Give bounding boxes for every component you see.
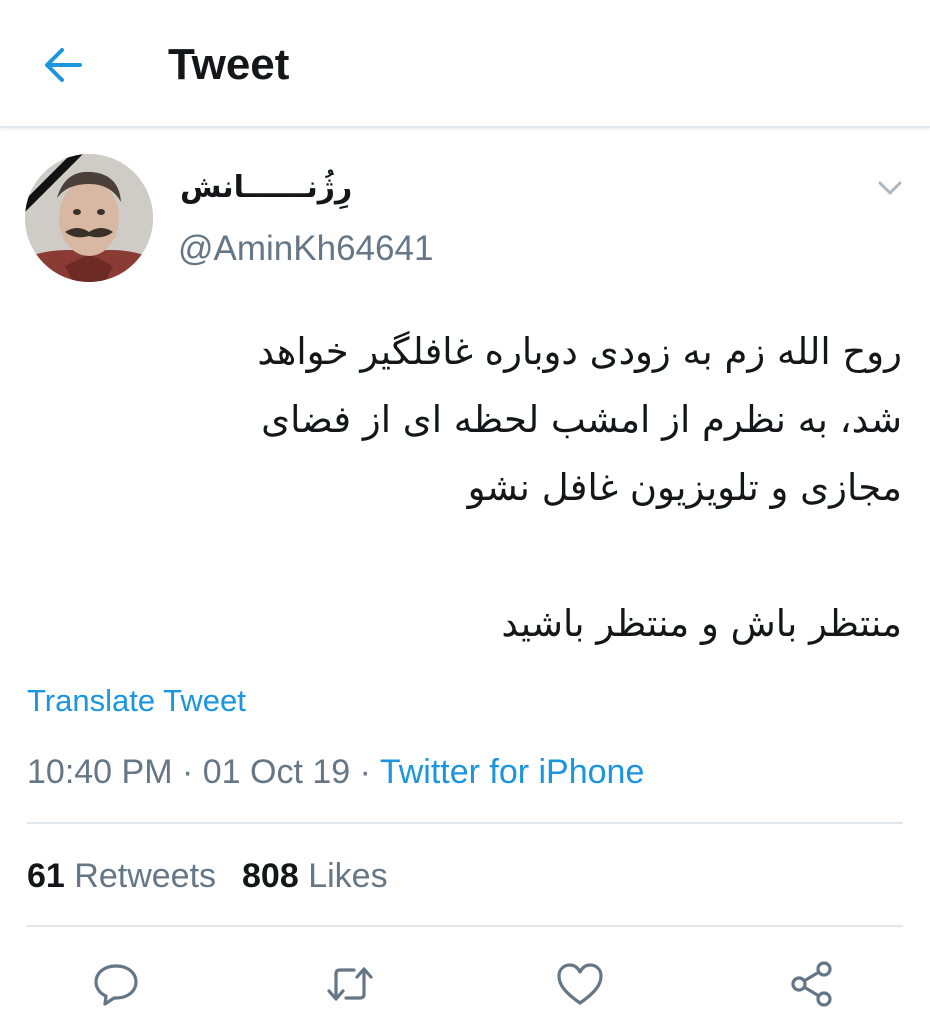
tweet-text-line: شد، به نظرم از امشب لحظه ای از فضای <box>261 398 902 441</box>
arrow-left-icon <box>45 48 82 82</box>
tweet-metadata: 10:40 PM · 01 Oct 19 · Twitter for iPhon… <box>27 749 644 795</box>
reply-button[interactable] <box>90 958 142 1010</box>
avatar[interactable] <box>25 154 153 282</box>
retweet-button[interactable] <box>324 958 376 1010</box>
share-icon <box>791 961 832 1007</box>
tweet-text-line: مجازی و تلویزیون غافل نشو <box>467 466 902 509</box>
author-display-name[interactable]: رِژُنــــــانش <box>180 166 352 210</box>
author-handle[interactable]: @AminKh64641 <box>178 226 433 272</box>
divider <box>27 925 903 927</box>
tweet-detail-screen: Tweet رِژُنــــــانش @AminKh64641 روح ال… <box>0 0 930 1024</box>
meta-separator: · <box>181 753 194 791</box>
likes-stat[interactable]: 808 Likes <box>242 857 388 895</box>
tweet-time: 10:40 PM <box>27 753 173 791</box>
retweets-stat[interactable]: 61 Retweets <box>27 857 216 895</box>
likes-count: 808 <box>242 857 299 895</box>
tweet-text-line: منتظر باش و منتظر باشید <box>501 602 902 645</box>
top-app-bar: Tweet <box>0 0 930 128</box>
retweet-icon <box>327 967 373 1001</box>
likes-label: Likes <box>308 857 388 895</box>
tweet-text-line: روح الله زم به زودی دوباره غافلگیر خواهد <box>257 330 902 373</box>
translate-tweet-link[interactable]: Translate Tweet <box>27 680 246 722</box>
chevron-down-icon <box>878 181 902 195</box>
like-button[interactable] <box>554 958 606 1010</box>
divider <box>27 822 903 824</box>
tweet-text: روح الله زم به زودی دوباره غافلگیر خواهد… <box>32 318 902 658</box>
reply-icon <box>94 964 138 1006</box>
tweet-date: 01 Oct 19 <box>202 753 351 791</box>
meta-separator: · <box>359 753 371 791</box>
like-heart-icon <box>557 963 603 1005</box>
avatar-image <box>25 154 153 282</box>
back-button[interactable] <box>40 42 86 88</box>
share-button[interactable] <box>786 958 838 1010</box>
retweets-label: Retweets <box>74 857 217 895</box>
tweet-menu-button[interactable] <box>874 174 906 202</box>
tweet-source-link[interactable]: Twitter for iPhone <box>380 753 645 791</box>
engagement-stats: 61 Retweets 808 Likes <box>27 853 388 899</box>
page-title: Tweet <box>168 40 290 89</box>
retweets-count: 61 <box>27 857 65 895</box>
